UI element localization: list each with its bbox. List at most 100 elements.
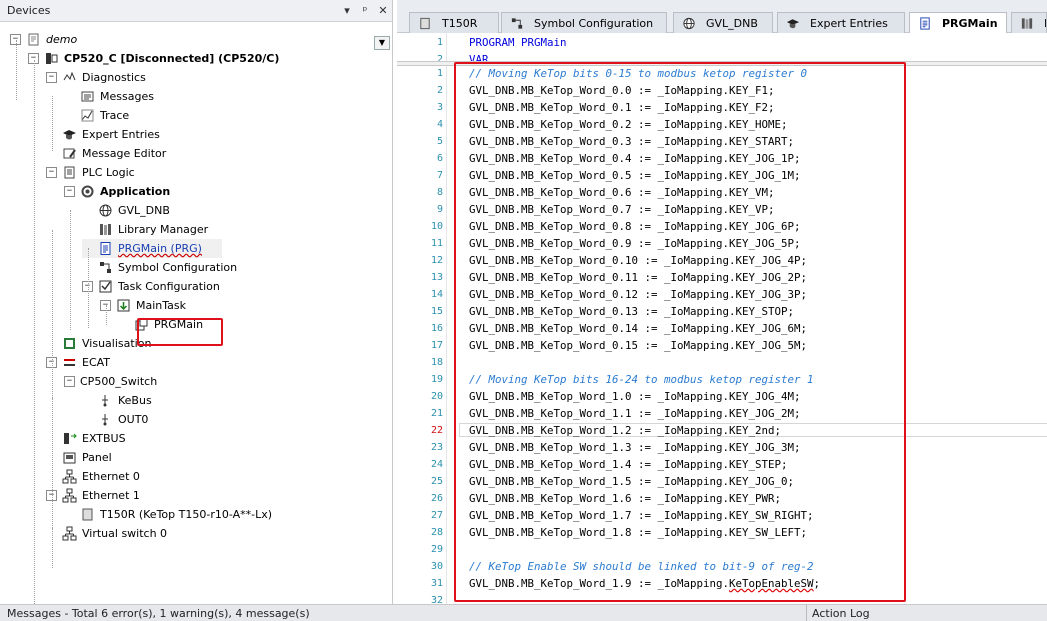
declaration-line[interactable]: VAR bbox=[469, 53, 489, 61]
tree-item-ecat[interactable]: − ECAT bbox=[46, 353, 110, 372]
tree-item-label: Messages bbox=[100, 90, 154, 103]
tree-item-label: KeBus bbox=[118, 394, 152, 407]
tree-item-label: Diagnostics bbox=[82, 71, 146, 84]
line-number: 19 bbox=[430, 374, 443, 385]
tree-toggle-button[interactable]: − bbox=[46, 167, 57, 178]
tree-item-plc-logic[interactable]: − PLC Logic bbox=[46, 163, 135, 182]
tree-item-out0[interactable]: OUT0 bbox=[82, 410, 148, 429]
line-number: 20 bbox=[430, 391, 443, 402]
highlight-box-prgmain bbox=[137, 318, 223, 346]
tree-item-label: ECAT bbox=[82, 356, 111, 369]
tree-item-panel[interactable]: Panel bbox=[46, 448, 112, 467]
tree-item-diagnostics[interactable]: − Diagnostics bbox=[46, 68, 146, 87]
tree-toggle-button[interactable]: − bbox=[64, 376, 75, 387]
tree-item-cp520-c-disconnected-cp520-c[interactable]: − CP520_C [Disconnected] (CP520/C) bbox=[28, 49, 279, 68]
tree-item-gvl-dnb[interactable]: GVL_DNB bbox=[82, 201, 170, 220]
tree-item-visualisation[interactable]: Visualisation bbox=[46, 334, 151, 353]
tree-item-label: Trace bbox=[100, 109, 130, 122]
tree-item-message-editor[interactable]: Message Editor bbox=[46, 144, 166, 163]
declaration-pane[interactable]: 1 PROGRAM PRGMain 2 VAR bbox=[397, 33, 1047, 62]
line-number: 15 bbox=[430, 306, 443, 317]
symbol-config-icon bbox=[98, 260, 113, 275]
line-number: 30 bbox=[430, 561, 443, 572]
messages-icon bbox=[80, 89, 95, 104]
close-panel-button[interactable]: ✕ bbox=[374, 4, 392, 17]
tree-toggle-button[interactable]: − bbox=[46, 72, 57, 83]
line-number: 18 bbox=[430, 357, 443, 368]
tree-item-label: T150R (KeTop T150-r10-A**-Lx) bbox=[100, 508, 272, 521]
device-tree: − demo − CP520_C [Disconnected] (CP520/C) − D… bbox=[0, 30, 393, 620]
tree-item-symbol-configuration[interactable]: Symbol Configuration bbox=[82, 258, 237, 277]
tree-item-t150r-ketop-t150-r10-a-lx[interactable]: T150R (KeTop T150-r10-A**-Lx) bbox=[64, 505, 272, 524]
application-icon bbox=[80, 184, 95, 199]
extbus-icon bbox=[62, 431, 77, 446]
tab-label: PRGMain bbox=[942, 17, 998, 30]
tree-item-label: GVL_DNB bbox=[118, 204, 170, 217]
plc-logic-icon bbox=[62, 165, 77, 180]
tree-item-label: MainTask bbox=[136, 299, 186, 312]
globe-icon bbox=[682, 16, 696, 30]
pin-button[interactable]: ᵖ bbox=[356, 4, 374, 17]
line-number: 32 bbox=[430, 595, 443, 604]
tree-item-label: Application bbox=[100, 185, 171, 198]
tree-item-virtual-switch-0[interactable]: Virtual switch 0 bbox=[46, 524, 167, 543]
network-icon bbox=[62, 488, 77, 503]
line-number: 28 bbox=[430, 527, 443, 538]
line-number: 4 bbox=[436, 119, 443, 130]
tab-symbol-configuration[interactable]: Symbol Configuration bbox=[501, 12, 667, 33]
device-icon bbox=[418, 16, 432, 30]
tree-item-ethernet-1[interactable]: − Ethernet 1 bbox=[46, 486, 140, 505]
tree-item-label: PLC Logic bbox=[82, 166, 135, 179]
tab-gvl-dnb[interactable]: GVL_DNB bbox=[673, 12, 773, 33]
library-icon bbox=[1020, 16, 1034, 30]
messages-summary[interactable]: Messages - Total 6 error(s), 1 warning(s… bbox=[7, 607, 310, 620]
tree-item-messages[interactable]: Messages bbox=[64, 87, 154, 106]
tree-item-kebus[interactable]: KeBus bbox=[82, 391, 152, 410]
tree-item-label: demo bbox=[46, 33, 78, 46]
tree-item-library-manager[interactable]: Library Manager bbox=[82, 220, 208, 239]
line-number: 12 bbox=[430, 255, 443, 266]
tab-l[interactable]: L bbox=[1011, 12, 1047, 33]
tree-item-application[interactable]: − Application bbox=[64, 182, 170, 201]
tree-item-label: Ethernet 0 bbox=[82, 470, 140, 483]
line-number: 1 bbox=[436, 37, 443, 48]
network-icon bbox=[62, 469, 77, 484]
expert-entries-icon bbox=[62, 127, 77, 142]
declaration-line[interactable]: PROGRAM PRGMain bbox=[469, 36, 567, 49]
tree-toggle-button[interactable]: − bbox=[64, 186, 75, 197]
tree-item-maintask[interactable]: − MainTask bbox=[100, 296, 186, 315]
task-icon bbox=[116, 298, 131, 313]
tree-item-label: OUT0 bbox=[118, 413, 149, 426]
tree-item-demo[interactable]: − demo bbox=[10, 30, 77, 49]
tree-item-expert-entries[interactable]: Expert Entries bbox=[46, 125, 160, 144]
devices-panel: Devices ▾ ᵖ ✕ ▼ − demo − CP520_C [Disconnec… bbox=[0, 0, 393, 620]
action-log-tab[interactable]: Action Log bbox=[812, 607, 870, 620]
tab-expert-entries[interactable]: Expert Entries bbox=[777, 12, 905, 33]
kebus-icon bbox=[98, 393, 113, 408]
line-number: 14 bbox=[430, 289, 443, 300]
tree-item-trace[interactable]: Trace bbox=[64, 106, 129, 125]
visualisation-icon bbox=[62, 336, 77, 351]
editor-area: T150R Symbol Configuration GVL_DNB Expert E… bbox=[397, 0, 1047, 604]
device-icon bbox=[80, 507, 95, 522]
network-icon bbox=[62, 526, 77, 541]
panel-menu-button[interactable]: ▾ bbox=[338, 4, 356, 17]
line-number: 2 bbox=[436, 54, 443, 62]
tree-item-label: Expert Entries bbox=[82, 128, 160, 141]
devices-panel-header: Devices ▾ ᵖ ✕ bbox=[0, 0, 392, 22]
tree-item-label: Library Manager bbox=[118, 223, 209, 236]
diagnostics-icon bbox=[62, 70, 77, 85]
tree-item-extbus[interactable]: EXTBUS bbox=[46, 429, 126, 448]
line-number: 27 bbox=[430, 510, 443, 521]
tree-item-cp500-switch[interactable]: − CP500_Switch bbox=[64, 372, 157, 391]
line-number: 24 bbox=[430, 459, 443, 470]
line-number: 6 bbox=[436, 153, 443, 164]
symbol-config-icon bbox=[510, 16, 524, 30]
project-icon bbox=[26, 32, 41, 47]
tree-item-task-configuration[interactable]: − Task Configuration bbox=[82, 277, 220, 296]
tab-label: Expert Entries bbox=[810, 16, 888, 30]
tab-t150r[interactable]: T150R bbox=[409, 12, 499, 33]
tree-item-prgmain-prg[interactable]: PRGMain (PRG) bbox=[82, 239, 222, 258]
tab-prgmain[interactable]: PRGMain✕ bbox=[909, 12, 1007, 34]
tree-item-ethernet-0[interactable]: Ethernet 0 bbox=[46, 467, 140, 486]
